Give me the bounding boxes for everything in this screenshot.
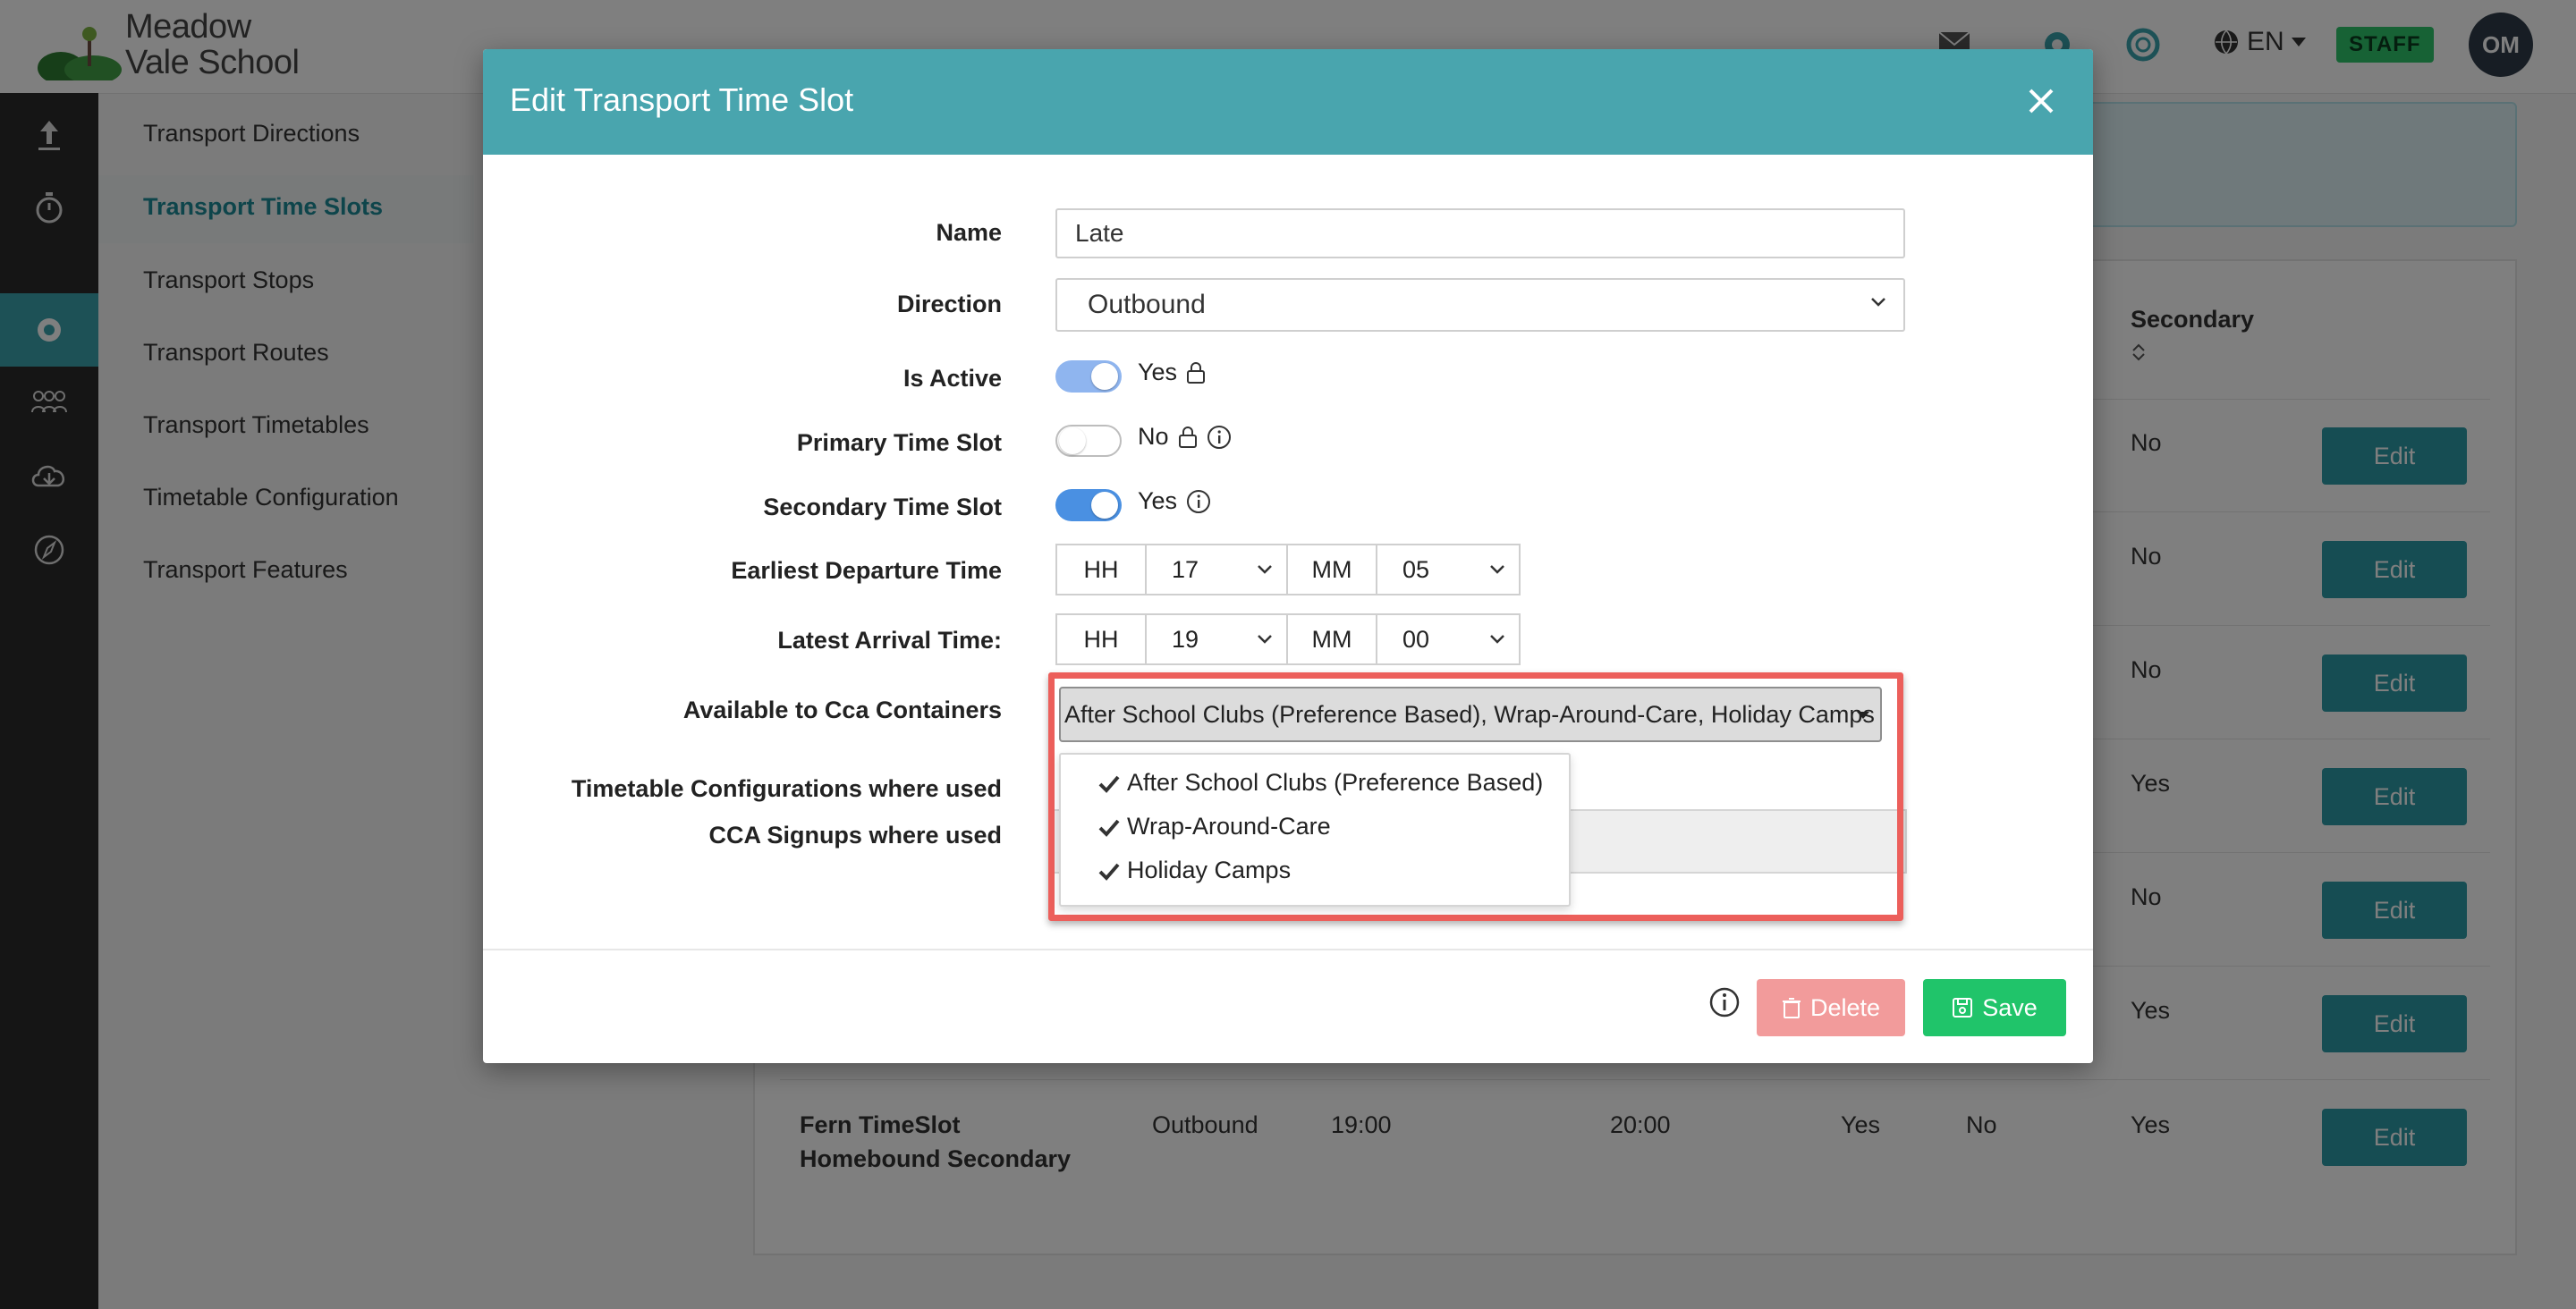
- name-input[interactable]: Late: [1055, 208, 1905, 258]
- modal-header: Edit Transport Time Slot: [483, 49, 2093, 155]
- cca-containers-selected-text: After School Clubs (Preference Based), W…: [1064, 700, 1875, 728]
- earliest-minute-value: 05: [1402, 555, 1430, 583]
- chevron-down-icon: [1490, 565, 1504, 574]
- secondary-time-slot-status: Yes: [1138, 487, 1211, 515]
- direction-label: Direction: [896, 291, 1002, 317]
- trash-icon: [1782, 998, 1801, 1018]
- latest-minute-value: 00: [1402, 625, 1430, 653]
- delete-button[interactable]: Delete: [1757, 979, 1905, 1036]
- info-icon[interactable]: [1186, 489, 1211, 514]
- secondary-time-slot-label: Secondary Time Slot: [763, 494, 1002, 520]
- earliest-hour-value: 17: [1172, 555, 1199, 583]
- modal-footer-divider: [483, 949, 2093, 950]
- close-icon[interactable]: [2023, 83, 2059, 119]
- lock-icon: [1178, 426, 1197, 448]
- cca-option-after-school-clubs[interactable]: After School Clubs (Preference Based): [1098, 769, 1543, 797]
- cca-signups-label: CCA Signups where used: [708, 822, 1002, 849]
- latest-hour-select[interactable]: 19: [1145, 613, 1288, 665]
- floppy-disk-icon: [1953, 998, 1973, 1018]
- check-icon: [1098, 863, 1120, 881]
- cca-option-label: Wrap-Around-Care: [1127, 813, 1331, 840]
- info-icon[interactable]: [1708, 986, 1741, 1018]
- modal-title: Edit Transport Time Slot: [510, 81, 854, 118]
- primary-time-slot-status: No: [1138, 423, 1232, 451]
- save-button-label: Save: [1982, 993, 2038, 1021]
- info-icon[interactable]: [1207, 425, 1232, 450]
- is-active-label: Is Active: [902, 365, 1002, 392]
- chevron-down-icon: [1490, 635, 1504, 644]
- primary-time-slot-label: Primary Time Slot: [796, 429, 1002, 456]
- delete-button-label: Delete: [1809, 993, 1881, 1021]
- latest-hh-addon: HH: [1055, 613, 1147, 665]
- chevron-down-icon: [1258, 635, 1272, 644]
- cca-option-wrap-around-care[interactable]: Wrap-Around-Care: [1098, 813, 1331, 840]
- name-input-value: Late: [1075, 219, 1124, 247]
- latest-arrival-label: Latest Arrival Time:: [777, 627, 1002, 654]
- lock-icon: [1187, 361, 1206, 384]
- earliest-minute-select[interactable]: 05: [1376, 544, 1521, 595]
- cca-option-label: After School Clubs (Preference Based): [1127, 769, 1544, 796]
- earliest-hour-select[interactable]: 17: [1145, 544, 1288, 595]
- primary-time-slot-value: No: [1138, 423, 1169, 450]
- secondary-time-slot-value: Yes: [1138, 487, 1178, 514]
- cca-containers-multiselect[interactable]: After School Clubs (Preference Based), W…: [1059, 687, 1882, 742]
- toggle-knob: [1091, 363, 1118, 390]
- caret-down-icon: [1857, 712, 1869, 719]
- cca-containers-label: Available to Cca Containers: [682, 697, 1002, 723]
- earliest-mm-addon: MM: [1286, 544, 1377, 595]
- secondary-time-slot-toggle[interactable]: [1055, 489, 1122, 521]
- save-button[interactable]: Save: [1923, 979, 2066, 1036]
- check-icon: [1098, 819, 1120, 837]
- earliest-departure-label: Earliest Departure Time: [731, 557, 1002, 584]
- earliest-hh-addon: HH: [1055, 544, 1147, 595]
- check-icon: [1098, 775, 1120, 793]
- cca-option-holiday-camps[interactable]: Holiday Camps: [1098, 857, 1291, 884]
- name-label: Name: [936, 219, 1002, 246]
- chevron-down-icon: [1871, 298, 1885, 307]
- toggle-knob: [1091, 492, 1118, 519]
- is-active-toggle[interactable]: [1055, 360, 1122, 393]
- chevron-down-icon: [1258, 565, 1272, 574]
- primary-time-slot-toggle[interactable]: [1055, 425, 1122, 457]
- latest-minute-select[interactable]: 00: [1376, 613, 1521, 665]
- toggle-knob: [1059, 427, 1086, 454]
- cca-option-label: Holiday Camps: [1127, 857, 1292, 883]
- is-active-status: Yes: [1138, 359, 1206, 386]
- direction-select[interactable]: Outbound: [1055, 278, 1905, 332]
- direction-select-value: Outbound: [1088, 290, 1206, 319]
- is-active-value: Yes: [1138, 359, 1178, 385]
- latest-mm-addon: MM: [1286, 613, 1377, 665]
- timetable-configurations-label: Timetable Configurations where used: [571, 775, 1002, 802]
- cca-containers-dropdown: After School Clubs (Preference Based) Wr…: [1059, 753, 1571, 907]
- latest-hour-value: 19: [1172, 625, 1199, 653]
